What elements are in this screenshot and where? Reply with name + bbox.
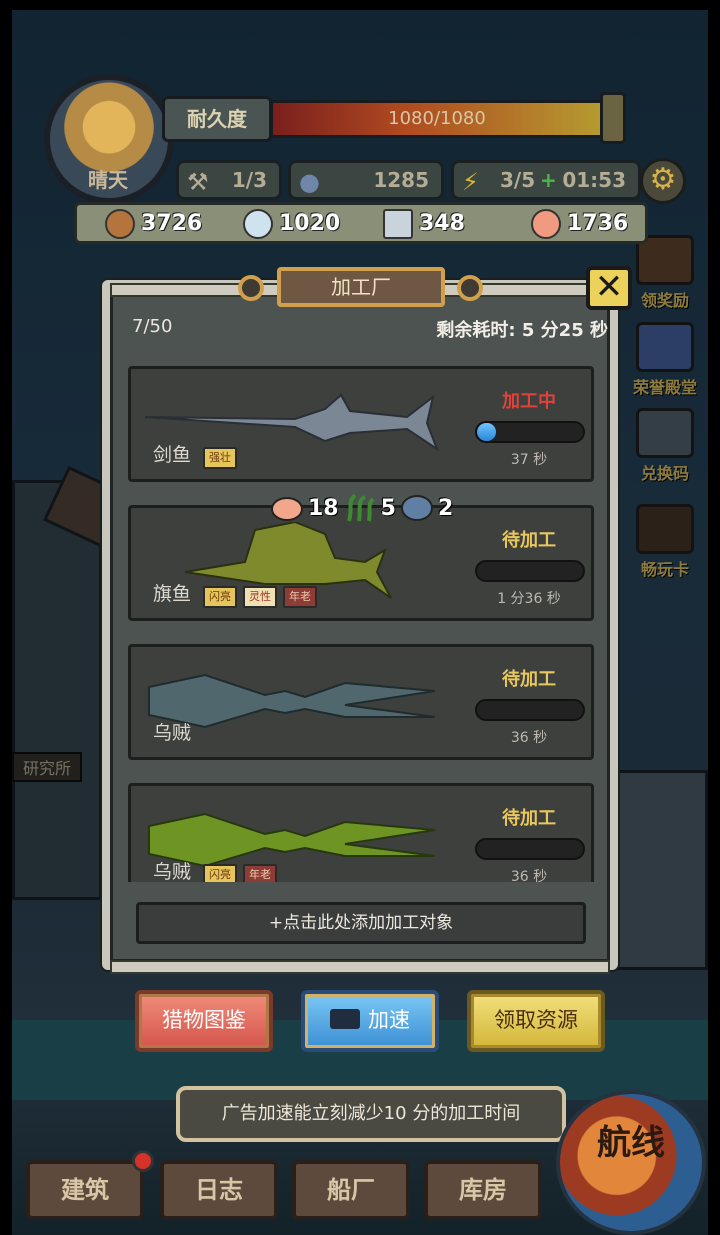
item-tags: 强壮	[203, 447, 237, 469]
remaining-time: 剩余耗时: 5 分25 秒	[436, 320, 608, 341]
durability-bar: 1080/1080	[270, 100, 604, 138]
settings-gear-icon[interactable]: ⚙	[640, 158, 686, 204]
seaweed-icon	[346, 493, 375, 522]
nav-shipyard[interactable]: 船厂	[292, 1160, 410, 1220]
add-processing-target-button[interactable]: +点击此处添加加工对象	[136, 902, 586, 944]
item-progress-bar	[475, 699, 585, 721]
fish-meat-icon	[271, 497, 303, 521]
energy-stat[interactable]: ⚡ 3/5 + 01:53	[451, 160, 641, 200]
trait-tag: 闪亮	[203, 864, 237, 882]
close-button[interactable]: ✕	[586, 266, 632, 310]
nav-route-button[interactable]: 航线	[556, 1090, 706, 1235]
item-time: 36 秒	[510, 730, 548, 746]
panel-title: 加工厂	[277, 267, 445, 307]
item-time: 1 分36 秒	[497, 591, 561, 607]
nav-log[interactable]: 日志	[160, 1160, 278, 1220]
item-status: 待加工	[502, 669, 556, 690]
processing-count: 7/50	[132, 316, 173, 337]
nav-warehouse[interactable]: 库房	[424, 1160, 542, 1220]
metal-icon	[383, 209, 413, 239]
item-status: 待加工	[502, 808, 556, 829]
fish-meat-icon	[531, 209, 561, 239]
title-ring-left	[238, 275, 264, 301]
item-progress-bar	[475, 838, 585, 860]
trait-tag: 年老	[243, 864, 277, 882]
title-ring-right	[457, 275, 483, 301]
item-time: 36 秒	[510, 869, 548, 882]
lightning-icon: ⚡	[462, 168, 479, 196]
trait-tag: 灵性	[243, 586, 277, 608]
item-time: 37 秒	[510, 452, 548, 468]
item-progress-bar	[475, 560, 585, 582]
collect-resources-button[interactable]: 领取资源	[467, 990, 605, 1052]
progress-fill	[477, 423, 497, 441]
trait-tag: 强壮	[203, 447, 237, 469]
ice-icon	[243, 209, 273, 239]
resource-metal: 348	[383, 207, 465, 241]
processing-item-squid-shiny[interactable]: 乌贼 闪亮 年老 待加工 36 秒	[128, 783, 594, 882]
video-camera-icon	[330, 1009, 360, 1029]
trait-tag: 闪亮	[203, 586, 237, 608]
item-name: 旗鱼	[153, 583, 192, 605]
notification-dot	[132, 1150, 154, 1172]
ad-speedup-tip: 广告加速能立刻减少10 分的加工时间	[176, 1086, 566, 1142]
item-status: 待加工	[502, 530, 556, 551]
prey-catalog-button[interactable]: 猎物图鉴	[135, 990, 273, 1052]
resource-fish-meat: 1736	[531, 207, 628, 241]
processing-item-squid[interactable]: 乌贼 待加工 36 秒	[128, 644, 594, 760]
scales-icon	[400, 495, 433, 521]
fish-ball-icon: ●	[299, 168, 320, 196]
nav-build[interactable]: 建筑	[26, 1160, 144, 1220]
weather-label: 晴天	[88, 168, 128, 192]
reward-preview: 18 5 2	[270, 490, 453, 526]
item-name: 乌贼	[153, 722, 192, 744]
workers-stat[interactable]: ⚒ 1/3	[176, 160, 282, 200]
resource-wood: 3726	[105, 207, 202, 241]
durability-bar-cap	[600, 92, 626, 144]
item-name: 乌贼	[153, 861, 192, 882]
panel-bottom-pipe	[110, 960, 610, 974]
item-tags: 闪亮 灵性 年老	[203, 586, 317, 608]
fish-stat[interactable]: ● 1285	[288, 160, 444, 200]
resource-ice: 1020	[243, 207, 340, 241]
processing-list[interactable]: 剑鱼 强壮 加工中 37 秒 旗鱼 闪亮 灵性 年老 待加工 1 分36 秒 乌…	[124, 366, 598, 882]
item-status: 加工中	[502, 391, 556, 412]
processing-item-swordfish[interactable]: 剑鱼 强壮 加工中 37 秒	[128, 366, 594, 482]
durability-label: 耐久度	[162, 96, 272, 142]
hammer-wrench-icon: ⚒	[187, 168, 209, 196]
speed-up-button[interactable]: 加速	[301, 990, 439, 1052]
trait-tag: 年老	[283, 586, 317, 608]
wood-icon	[105, 209, 135, 239]
item-progress-bar	[475, 421, 585, 443]
add-energy-icon[interactable]: +	[540, 163, 557, 197]
resource-bar: 3726 1020 348 1736	[74, 202, 648, 244]
item-name: 剑鱼	[153, 444, 192, 466]
item-tags: 闪亮 年老	[203, 864, 277, 882]
